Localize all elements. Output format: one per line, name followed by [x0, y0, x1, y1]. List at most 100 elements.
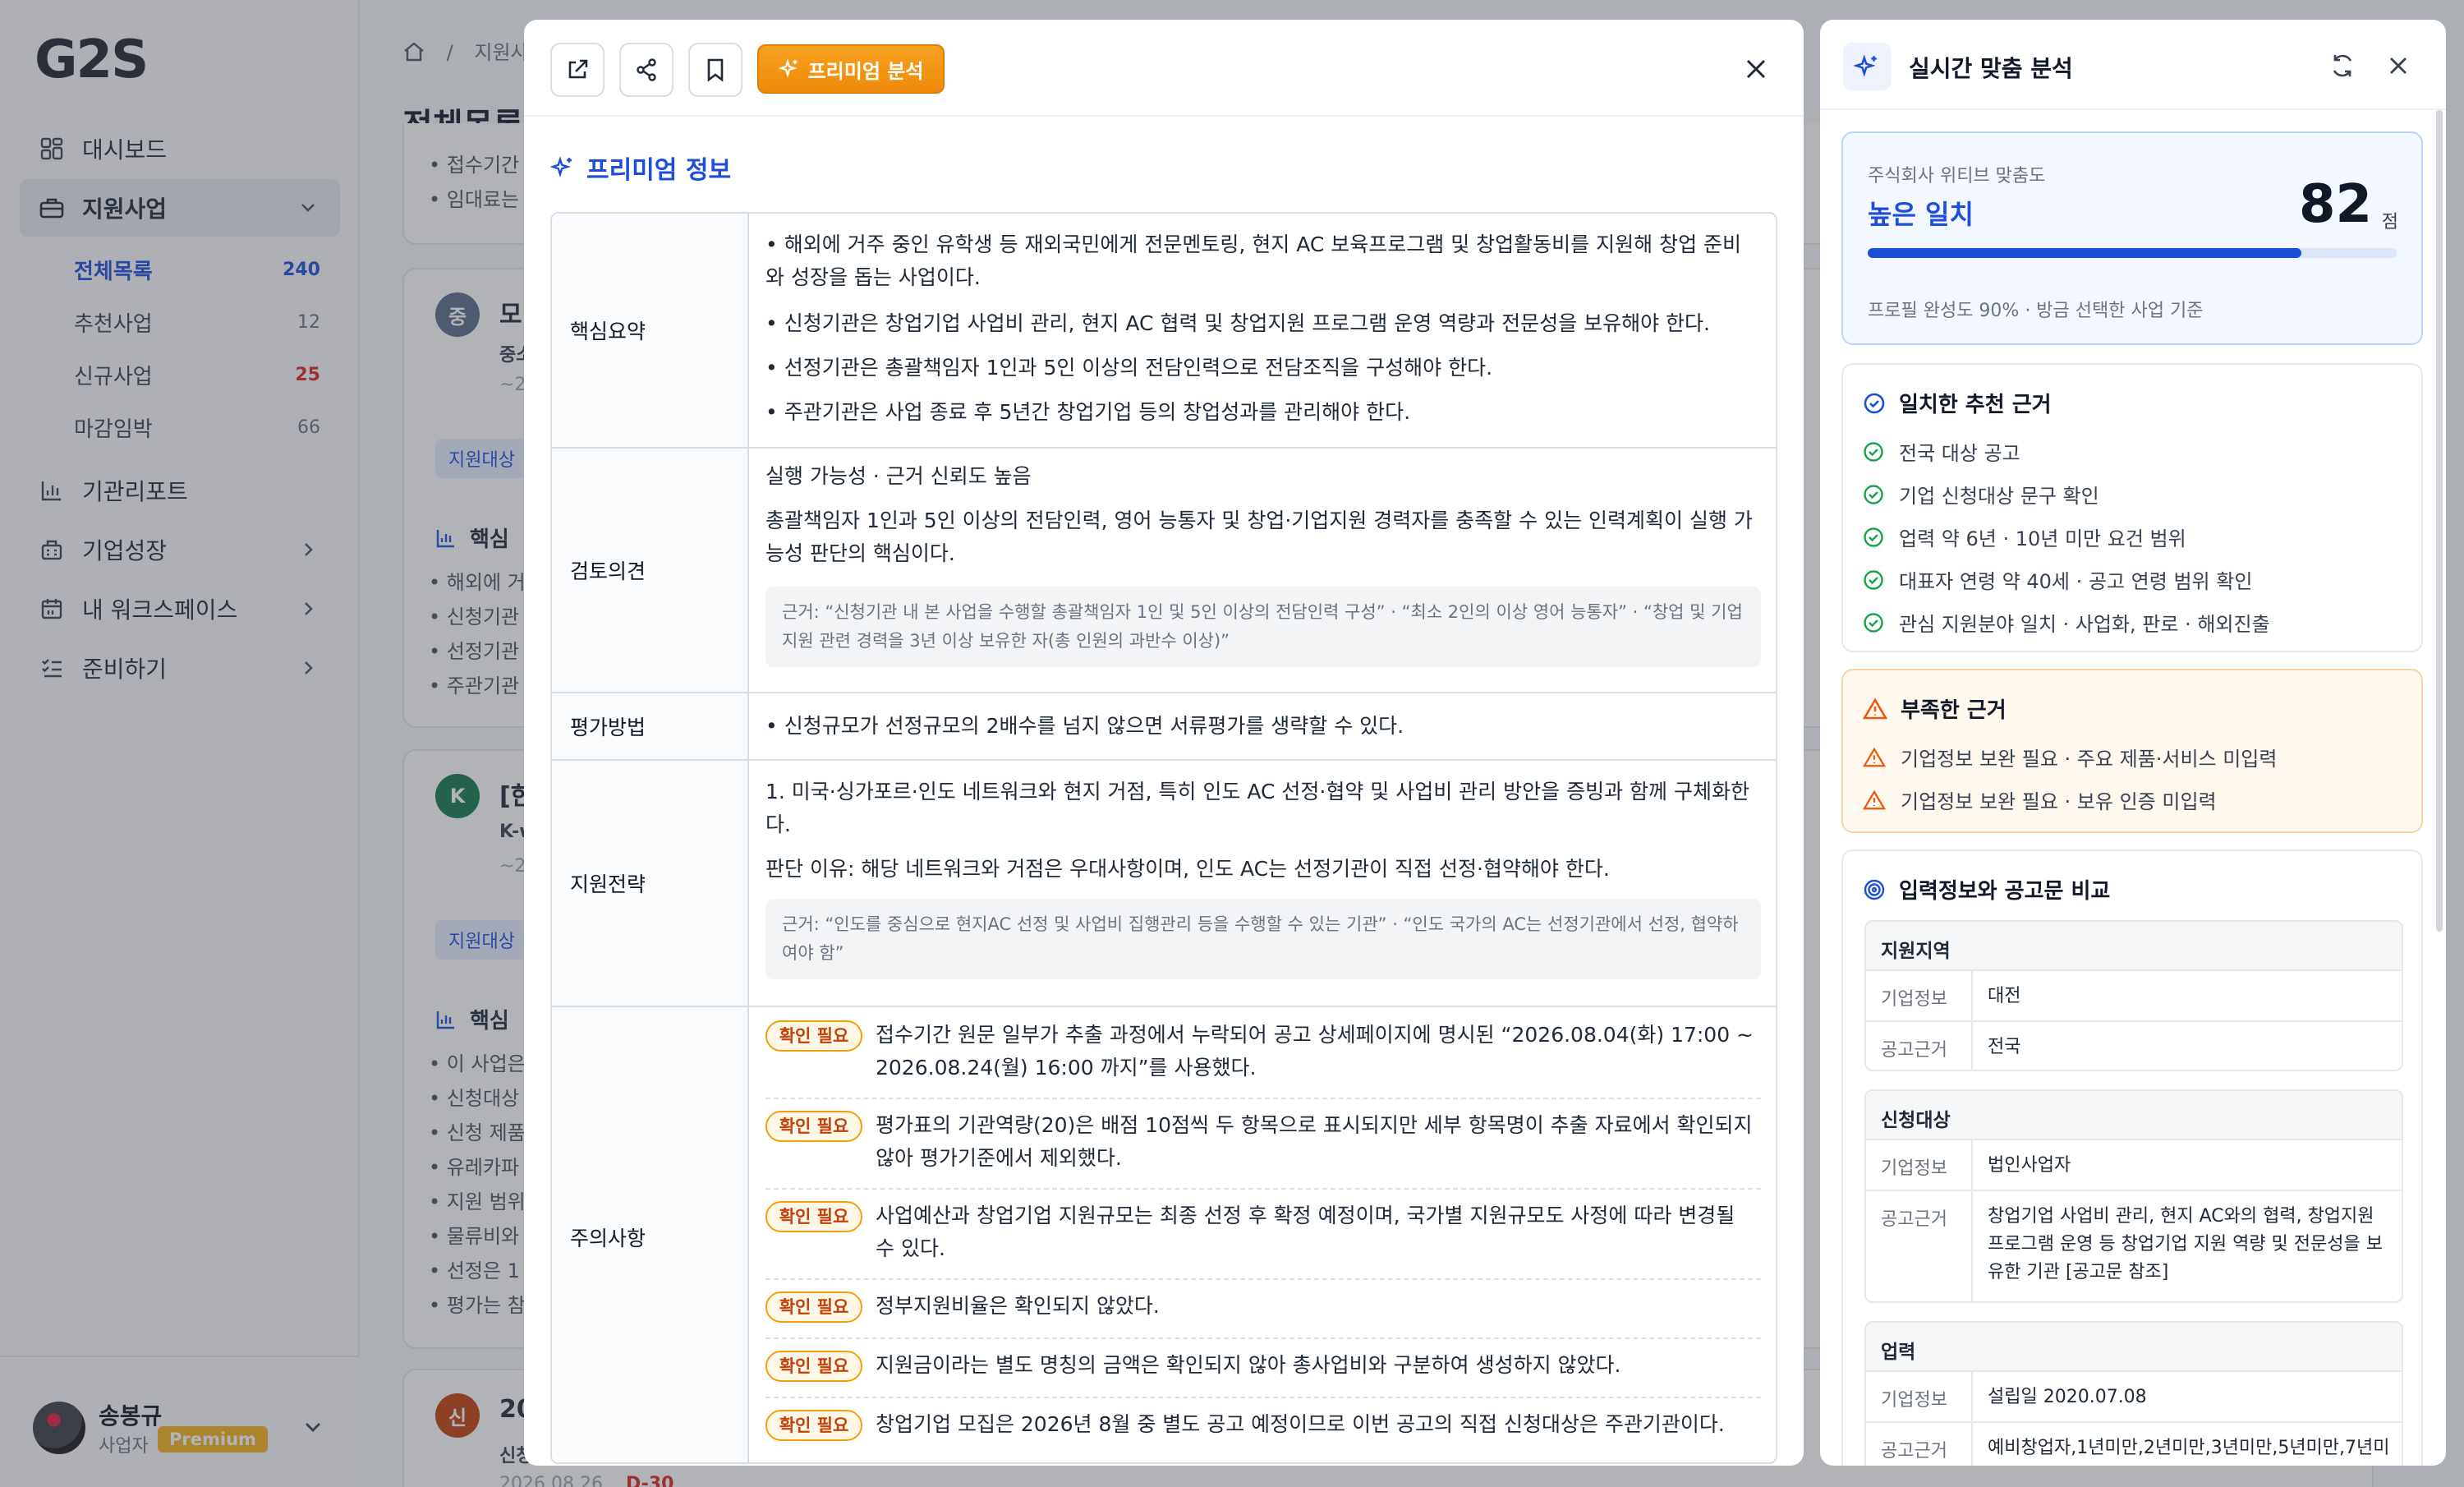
target-icon: [1864, 879, 1885, 900]
review-body: 총괄책임자 1인과 5인 이상의 전담인력, 영어 능통자 및 창업·기업지원 …: [765, 509, 1753, 565]
premium-info-title: 프리미엄 정보: [550, 150, 731, 186]
detail-modal: 프리미엄 분석 프리미엄 정보 핵심요약 • 해외에 거주 중인 유학생 등 재…: [524, 20, 1804, 1466]
matched-reasons-card: 일치한 추천 근거 전국 대상 공고 기업 신청대상 문구 확인 업력 약 6년…: [1841, 363, 2423, 652]
share-button[interactable]: [619, 43, 673, 97]
compare-group-years: 업력 기업정보 설립일 2020.07.08 공고근거 예비창업자,1년미만,2…: [1864, 1321, 2403, 1466]
check-required-badge: 확인 필요: [765, 1410, 862, 1441]
compare-key: 공고근거: [1866, 1423, 1973, 1466]
row-label: 검토의견: [552, 449, 749, 692]
row-label: 핵심요약: [552, 214, 749, 447]
compare-group-target: 신청대상 기업정보 법인사업자 공고근거 창업기업 사업비 관리, 현지 AC와…: [1864, 1089, 2403, 1303]
compare-title-label: 입력정보와 공고문 비교: [1899, 879, 2111, 904]
caution-item: 확인 필요 정부지원비율은 확인되지 않았다.: [765, 1280, 1761, 1339]
match-score-unit: 점: [2381, 212, 2398, 232]
matched-item: 관심 지원분야 일치 · 사업화, 판로 · 해외진출: [1863, 608, 2270, 637]
caution-text: 창업기업 모집은 2026년 8월 중 별도 공고 예정이므로 이번 공고의 직…: [876, 1412, 1725, 1436]
panel-title: 실시간 맞춤 분석: [1909, 55, 2073, 82]
compare-key: 기업정보: [1866, 1372, 1973, 1421]
premium-analysis-button[interactable]: 프리미엄 분석: [757, 44, 945, 94]
strategy-body: 1. 미국·싱가포르·인도 네트워크와 현지 거점, 특히 인도 AC 선정·협…: [765, 780, 1749, 836]
close-modal-button[interactable]: [1736, 49, 1776, 89]
modal-toolbar: 프리미엄 분석: [524, 20, 1804, 117]
sparkles-icon: [778, 58, 798, 78]
section-title-label: 프리미엄 정보: [586, 156, 732, 185]
check-circle-icon: [1864, 484, 1883, 504]
matched-item-label: 기업 신청대상 문구 확인: [1899, 485, 2099, 508]
sparkles-icon: [550, 156, 572, 177]
matched-item-label: 전국 대상 공고: [1899, 442, 2020, 465]
refresh-icon[interactable]: [2329, 53, 2356, 79]
lacking-title-label: 부족한 근거: [1901, 698, 2007, 723]
matched-item-label: 관심 지원분야 일치 · 사업화, 판로 · 해외진출: [1899, 613, 2270, 636]
caution-text: 접수기간 원문 일부가 추출 과정에서 누락되어 공고 상세페이지에 명시된 “…: [876, 1023, 1754, 1080]
row-label: 지원전략: [552, 761, 749, 1006]
matched-item: 전국 대상 공고: [1863, 437, 2020, 466]
caution-item: 확인 필요 접수기간 원문 일부가 추출 과정에서 누락되어 공고 상세페이지에…: [765, 1009, 1761, 1099]
realtime-analysis-panel: 실시간 맞춤 분석 주식회사 위티브 맞춤도 높은 일치 82 점 프로필 완성…: [1820, 20, 2446, 1466]
lacking-title: 부족한 근거: [1863, 693, 2007, 724]
scrollbar[interactable]: [2436, 110, 2443, 932]
matched-item-label: 업력 약 6년 · 10년 미만 요건 범위: [1899, 527, 2186, 550]
lacking-reasons-card: 부족한 근거 기업정보 보완 필요 · 주요 제품·서비스 미입력 기업정보 보…: [1841, 669, 2423, 833]
warning-icon: [1863, 747, 1886, 767]
caution-item: 확인 필요 지원금이라는 별도 명칭의 금액은 확인되지 않아 총사업비와 구분…: [765, 1339, 1761, 1398]
compare-group-title: 업력: [1866, 1323, 2402, 1372]
matched-item-label: 대표자 연령 약 40세 · 공고 연령 범위 확인: [1899, 570, 2253, 593]
summary-item: • 선정기관은 총괄책임자 1인과 5인 이상의 전담인력으로 전담조직을 구성…: [765, 356, 1493, 380]
check-required-badge: 확인 필요: [765, 1351, 862, 1382]
company-match-label: 주식회사 위티브 맞춤도: [1868, 166, 2046, 186]
compare-title: 입력정보와 공고문 비교: [1863, 874, 2110, 905]
premium-analysis-label: 프리미엄 분석: [807, 59, 924, 83]
close-icon: [1746, 59, 1766, 79]
strategy-evidence: 근거: “인도를 중심으로 현지AC 선정 및 사업비 집행관리 등을 수행할 …: [765, 899, 1761, 979]
premium-info-table: 핵심요약 • 해외에 거주 중인 유학생 등 재외국민에게 전문멘토링, 현지 …: [550, 212, 1777, 1464]
bookmark-icon: [707, 58, 724, 82]
check-required-badge: 확인 필요: [765, 1111, 862, 1142]
row-label: 주의사항: [552, 1007, 749, 1462]
compare-group-region: 지원지역 기업정보 대전 공고근거 전국: [1864, 920, 2403, 1071]
summary-item: • 주관기관은 사업 종료 후 5년간 창업기업 등의 창업성과를 관리해야 한…: [765, 400, 1411, 424]
match-grade: 높은 일치: [1868, 199, 1974, 230]
caution-text: 사업예산과 창업기업 지원규모는 최종 선정 후 확정 예정이며, 국가별 지원…: [876, 1204, 1735, 1260]
compare-row: 공고근거 창업기업 사업비 관리, 현지 AC와의 협력, 창업지원 프로그램 …: [1866, 1191, 2402, 1301]
check-circle-icon: [1864, 441, 1883, 462]
warning-icon: [1863, 697, 1887, 719]
row-label: 평가방법: [552, 693, 749, 759]
match-progress-fill: [1868, 248, 2302, 258]
open-external-button[interactable]: [550, 43, 605, 97]
compare-key: 공고근거: [1866, 1022, 1973, 1070]
compare-group-title: 지원지역: [1866, 922, 2402, 971]
bookmark-button[interactable]: [688, 43, 742, 97]
check-required-badge: 확인 필요: [765, 1291, 862, 1323]
table-row-strategy: 지원전략 1. 미국·싱가포르·인도 네트워크와 현지 거점, 특히 인도 AC…: [552, 761, 1776, 1007]
matched-title-label: 일치한 추천 근거: [1899, 393, 2052, 417]
compare-row: 기업정보 대전: [1866, 971, 2402, 1022]
caution-item: 확인 필요 창업기업 모집은 2026년 8월 중 별도 공고 예정이므로 이번…: [765, 1398, 1761, 1457]
compare-key: 공고근거: [1866, 1191, 1973, 1301]
caution-item: 확인 필요 사업예산과 창업기업 지원규모는 최종 선정 후 확정 예정이며, …: [765, 1190, 1761, 1280]
compare-group-title: 신청대상: [1866, 1091, 2402, 1140]
lacking-item: 기업정보 보완 필요 · 보유 인증 미입력: [1863, 785, 2217, 814]
lacking-item-label: 기업정보 보완 필요 · 보유 인증 미입력: [1901, 790, 2217, 813]
lacking-item-label: 기업정보 보완 필요 · 주요 제품·서비스 미입력: [1901, 748, 2278, 771]
compare-value: 창업기업 사업비 관리, 현지 AC와의 협력, 창업지원 프로그램 운영 등 …: [1988, 1206, 2383, 1282]
evaluation-body: • 신청규모가 선정규모의 2배수를 넘지 않으면 서류평가를 생략할 수 있다…: [765, 714, 1404, 738]
profile-note: 프로필 완성도 90% · 방금 선택한 사업 기준: [1868, 301, 2204, 321]
match-score-card: 주식회사 위티브 맞춤도 높은 일치 82 점 프로필 완성도 90% · 방금…: [1841, 131, 2423, 345]
compare-key: 기업정보: [1866, 971, 1973, 1020]
share-icon: [637, 58, 656, 81]
compare-row: 기업정보 법인사업자: [1866, 1140, 2402, 1191]
summary-item: • 신청기관은 창업기업 사업비 관리, 현지 AC 협력 및 창업지원 프로그…: [765, 311, 1710, 335]
table-row-review: 검토의견 실행 가능성 · 근거 신뢰도 높음 총괄책임자 1인과 5인 이상의…: [552, 449, 1776, 693]
compare-value: 법인사업자: [1988, 1155, 2071, 1176]
match-score-value: 82: [2298, 174, 2372, 235]
compare-value: 설립일 2020.07.08: [1988, 1387, 2147, 1407]
match-progress-track: [1868, 248, 2397, 258]
check-circle-icon: [1864, 527, 1883, 547]
warning-icon: [1863, 790, 1886, 809]
compare-key: 기업정보: [1866, 1140, 1973, 1190]
check-circle-icon: [1864, 393, 1885, 413]
close-icon[interactable]: [2387, 54, 2410, 77]
compare-card: 입력정보와 공고문 비교 지원지역 기업정보 대전 공고근거 전국 신청대상 기…: [1841, 849, 2423, 1466]
compare-row: 공고근거 전국: [1866, 1022, 2402, 1070]
